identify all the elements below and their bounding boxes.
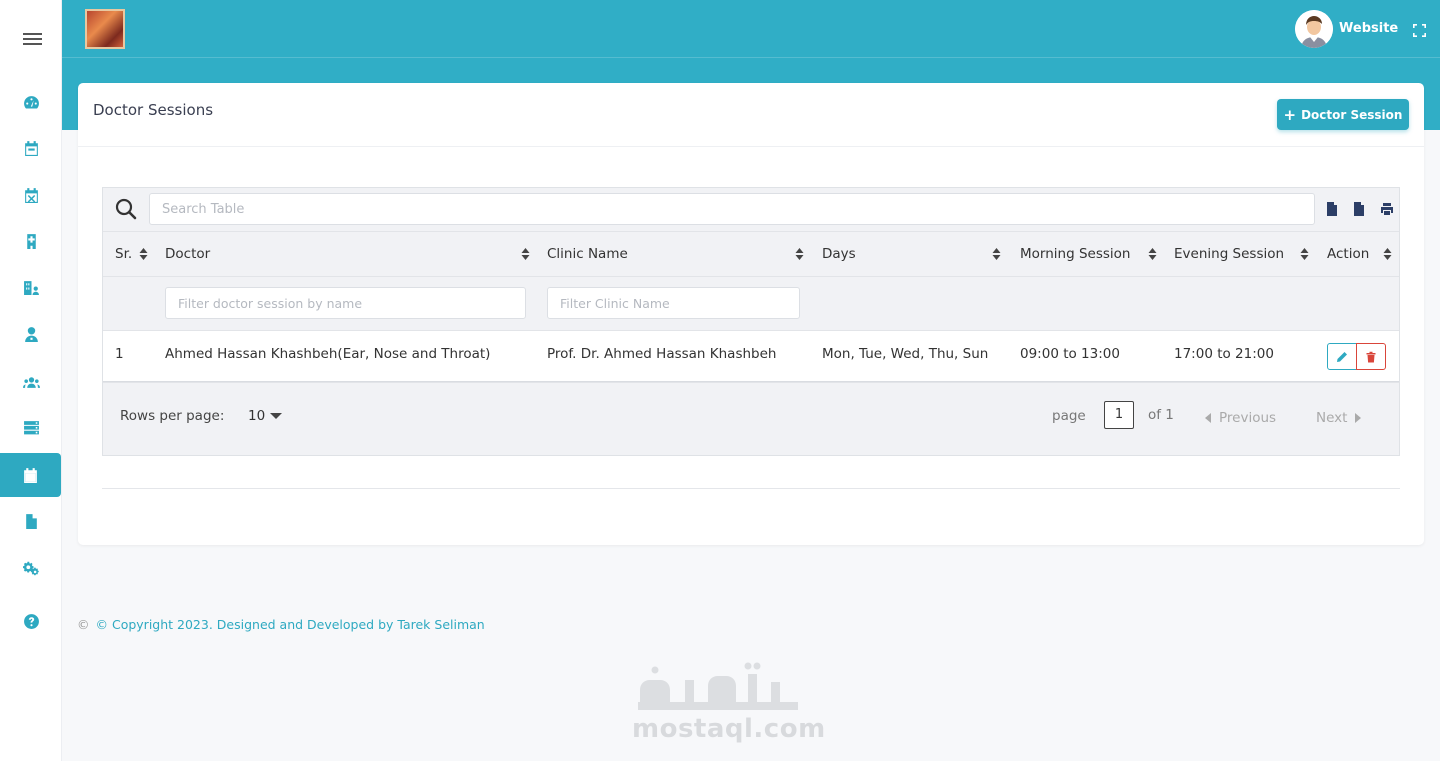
table-row[interactable]: 1 Ahmed Hassan Khashbeh(Ear, Nose and Th…	[103, 331, 1399, 382]
column-header-days[interactable]: Days	[822, 246, 856, 262]
sort-icon[interactable]	[795, 246, 804, 260]
column-header-action[interactable]: Action	[1327, 246, 1369, 262]
cell-days: Mon, Tue, Wed, Thu, Sun	[822, 346, 989, 362]
filter-row	[103, 277, 1399, 331]
hospital-icon	[26, 233, 36, 249]
sidebar-item-help[interactable]	[0, 599, 62, 643]
sidebar	[0, 0, 62, 761]
add-button-label: Doctor Session	[1301, 107, 1403, 122]
export-csv-icon[interactable]	[1325, 201, 1339, 217]
sort-icon[interactable]	[521, 246, 530, 260]
cell-clinic: Prof. Dr. Ahmed Hassan Khashbeh	[547, 346, 777, 362]
cell-sr: 1	[115, 346, 124, 362]
fullscreen-icon[interactable]	[1413, 22, 1426, 37]
calendar-x-icon	[24, 187, 38, 203]
search-icon	[115, 198, 137, 220]
page-total-label: of 1	[1148, 407, 1174, 423]
edit-button[interactable]	[1327, 343, 1357, 370]
sidebar-item-doctor-sessions[interactable]	[0, 453, 61, 497]
column-header-clinic-name[interactable]: Clinic Name	[547, 246, 628, 262]
column-header-sr[interactable]: Sr.	[115, 246, 132, 262]
search-input[interactable]	[149, 193, 1315, 225]
sidebar-item-reports[interactable]	[0, 499, 62, 543]
column-header-morning-session[interactable]: Morning Session	[1020, 246, 1130, 262]
export-excel-icon[interactable]	[1352, 201, 1366, 217]
trash-icon	[1366, 351, 1376, 362]
sort-icon[interactable]	[139, 246, 148, 260]
chevron-left-icon	[1205, 413, 1211, 423]
sidebar-item-appointments[interactable]	[0, 126, 62, 170]
sidebar-item-dashboard[interactable]	[0, 80, 62, 124]
add-doctor-session-button[interactable]: + Doctor Session	[1277, 99, 1409, 130]
sidebar-item-settings[interactable]	[0, 546, 62, 590]
cogs-icon	[22, 561, 39, 575]
doctor-sessions-card: Doctor Sessions + Doctor Session Sr.	[78, 83, 1424, 545]
plus-icon: +	[1283, 105, 1297, 124]
next-button[interactable]: Next	[1316, 410, 1362, 426]
sort-icon[interactable]	[1383, 246, 1392, 260]
column-header-doctor[interactable]: Doctor	[165, 246, 210, 262]
sort-icon[interactable]	[1148, 246, 1157, 260]
pagination-bar: Rows per page: 10 page 1 of 1 Previous N…	[103, 382, 1399, 457]
rows-per-page-label: Rows per page:	[120, 408, 225, 424]
cell-doctor: Ahmed Hassan Khashbeh(Ear, Nose and Thro…	[165, 346, 491, 362]
caret-down-icon	[270, 413, 283, 419]
calendar-icon	[24, 467, 37, 483]
brand-logo[interactable]	[85, 9, 125, 49]
table-header: Sr. Doctor Clinic Name Days Morning Sess…	[103, 231, 1399, 277]
sidebar-item-services[interactable]	[0, 405, 62, 449]
card-header: Doctor Sessions + Doctor Session	[78, 83, 1424, 147]
footer: © © Copyright 2023. Designed and Develope…	[77, 617, 485, 632]
doctor-icon	[24, 326, 38, 342]
sort-icon[interactable]	[1300, 246, 1309, 260]
table-toolbar	[103, 188, 1399, 231]
clinic-filter-input[interactable]	[547, 287, 800, 319]
sidebar-item-patients[interactable]	[0, 359, 62, 403]
cell-morning-session: 09:00 to 13:00	[1020, 346, 1120, 362]
page-number-input[interactable]: 1	[1104, 401, 1134, 429]
chevron-right-icon	[1355, 413, 1362, 423]
copyright-text: © Copyright 2023. Designed and Developed…	[95, 617, 485, 632]
file-icon	[25, 513, 37, 529]
top-bar-divider	[62, 57, 1440, 58]
server-icon	[23, 420, 39, 434]
sidebar-item-hospitals[interactable]	[0, 219, 62, 263]
print-icon[interactable]	[1380, 201, 1394, 217]
next-label: Next	[1316, 410, 1348, 426]
rows-per-page-value: 10	[248, 408, 266, 424]
delete-button[interactable]	[1356, 343, 1386, 370]
previous-button[interactable]: Previous	[1205, 410, 1276, 426]
user-avatar[interactable]	[1295, 10, 1333, 48]
page-label: page	[1052, 408, 1086, 424]
watermark-logo	[630, 660, 810, 720]
users-icon	[22, 376, 40, 388]
cell-evening-session: 17:00 to 21:00	[1174, 346, 1274, 362]
calendar-icon	[24, 140, 38, 156]
website-link[interactable]: Website	[1339, 21, 1398, 36]
column-header-evening-session[interactable]: Evening Session	[1174, 246, 1284, 262]
page-title: Doctor Sessions	[93, 101, 214, 119]
doctor-filter-input[interactable]	[165, 287, 526, 319]
card-divider	[102, 488, 1400, 489]
help-icon	[23, 613, 39, 629]
sessions-table: Sr. Doctor Clinic Name Days Morning Sess…	[102, 187, 1400, 456]
sidebar-item-clinics[interactable]	[0, 265, 62, 309]
rows-per-page-select[interactable]: 10	[248, 408, 283, 424]
menu-toggle-icon[interactable]	[23, 33, 42, 45]
watermark-text: mostaql.com	[632, 714, 826, 744]
sidebar-item-doctors[interactable]	[0, 312, 62, 356]
sort-icon[interactable]	[992, 246, 1001, 260]
pencil-icon	[1337, 351, 1347, 362]
clinic-user-icon	[23, 280, 39, 295]
previous-label: Previous	[1219, 410, 1277, 426]
sidebar-item-cancelled[interactable]	[0, 173, 62, 217]
dashboard-icon	[23, 95, 39, 108]
copyright-symbol: ©	[77, 617, 90, 632]
